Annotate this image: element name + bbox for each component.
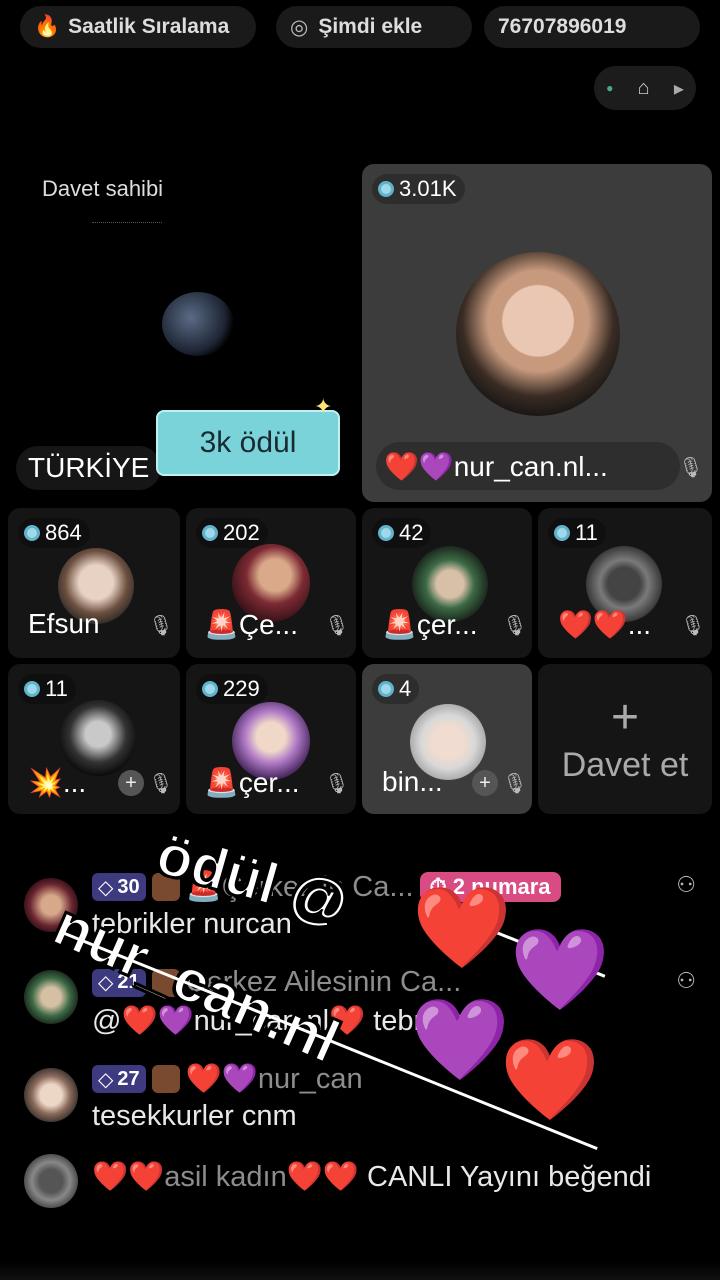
diamond-icon: ◇ xyxy=(98,876,114,899)
chat-text: CANLI Yayını beğendi xyxy=(367,1161,652,1193)
room-id-pill[interactable]: 76707896019 xyxy=(484,6,700,48)
target-icon: ◎ xyxy=(290,15,309,39)
featured-guest-tile[interactable]: 3.01K ❤️💜nur_can.nl... 🎙 xyxy=(362,164,712,502)
fan-badge xyxy=(151,1065,180,1093)
guest-name: 🚨çer... xyxy=(382,609,478,640)
host-avatar[interactable] xyxy=(162,292,234,356)
purple-heart-icon: 💜 xyxy=(510,925,610,1014)
guest-name: 🚨çer... xyxy=(204,767,300,798)
gem-icon xyxy=(202,681,218,697)
invite-label: Davet et xyxy=(561,745,689,784)
gift-count: 11 xyxy=(18,674,76,704)
host-country: TÜRKİYE xyxy=(16,446,162,490)
sparkle-icon: ✦ xyxy=(314,394,333,419)
mic-muted-icon: 🎙 xyxy=(148,772,174,795)
guest-name: 🚨Çe... xyxy=(204,609,298,640)
gem-icon xyxy=(554,525,570,541)
mic-muted-icon: 🎙 xyxy=(678,456,704,479)
chat-fade xyxy=(90,826,390,842)
gift-count: 42 xyxy=(372,518,432,548)
invite-button[interactable]: + Davet et xyxy=(538,664,712,814)
guest-avatar xyxy=(60,700,136,776)
chevron-right-icon[interactable]: ▸ xyxy=(674,76,684,101)
chat-username[interactable]: ❤️💜nur_can xyxy=(186,1062,363,1096)
host-signature xyxy=(92,208,162,223)
red-heart-icon: ❤️ xyxy=(500,1035,600,1124)
plus-icon: + xyxy=(610,690,640,744)
mic-muted-icon: 🎙 xyxy=(680,614,706,637)
guest-name: bin... xyxy=(382,766,443,797)
gem-icon xyxy=(378,525,394,541)
add-icon[interactable]: + xyxy=(472,770,498,796)
gem-icon xyxy=(24,681,40,697)
gift-count: 202 xyxy=(196,518,268,548)
mic-muted-icon: 🎙 xyxy=(324,772,350,795)
level-badge: ◇ 27 xyxy=(92,1065,146,1093)
gem-icon xyxy=(24,525,40,541)
follow-user-icon[interactable]: ⚇ xyxy=(676,872,696,898)
mic-muted-icon: 🎙 xyxy=(148,614,174,637)
guest-name: 💥... xyxy=(28,767,87,798)
featured-avatar[interactable] xyxy=(456,252,620,416)
guest-tile-1[interactable]: 864 Efsun 🎙 xyxy=(8,508,180,658)
dot-icon: ● xyxy=(606,81,614,95)
purple-heart-icon: 💜 xyxy=(410,995,510,1084)
follow-user-icon[interactable]: ⚇ xyxy=(676,968,696,994)
add-icon[interactable]: + xyxy=(118,770,144,796)
mic-muted-icon: 🎙 xyxy=(502,772,528,795)
guest-tile-2[interactable]: 202 🚨Çe... 🎙 xyxy=(186,508,356,658)
gift-count: 864 xyxy=(18,518,90,548)
gem-icon xyxy=(202,525,218,541)
diamond-icon: ◇ xyxy=(98,1068,114,1091)
level-badge: ◇ 30 xyxy=(92,873,146,901)
mic-muted-icon: 🎙 xyxy=(324,614,350,637)
gift-count: 4 xyxy=(372,674,420,704)
featured-name: ❤️💜nur_can.nl... xyxy=(384,451,608,482)
gift-count: 11 xyxy=(548,518,606,548)
guest-name: Efsun xyxy=(28,608,100,639)
hourly-ranking-button[interactable]: 🔥 Saatlik Sıralama xyxy=(20,6,256,48)
red-heart-icon: ❤️ xyxy=(412,883,512,972)
guest-tile-7[interactable]: 4 bin... + 🎙 xyxy=(362,664,532,814)
add-now-button[interactable]: ◎ Şimdi ekle xyxy=(276,6,472,48)
flame-icon: 🔥 xyxy=(34,15,61,38)
guest-tile-5[interactable]: 11 💥... + 🎙 xyxy=(8,664,180,814)
mic-muted-icon: 🎙 xyxy=(502,614,528,637)
gem-icon xyxy=(378,681,394,697)
chat-avatar[interactable] xyxy=(24,1068,78,1122)
guest-tile-6[interactable]: 229 🚨çer... 🎙 xyxy=(186,664,356,814)
guest-name: ❤️❤️... xyxy=(558,609,652,640)
chat-username[interactable]: ❤️❤️asil kadın❤️❤️ xyxy=(92,1161,359,1193)
gem-icon xyxy=(378,181,394,197)
featured-gift-count: 3.01K xyxy=(372,174,465,204)
chat-avatar[interactable] xyxy=(24,1154,78,1208)
chat-avatar[interactable] xyxy=(24,970,78,1024)
guest-tile-3[interactable]: 42 🚨çer... 🎙 xyxy=(362,508,532,658)
chat-message[interactable]: ❤️❤️asil kadın❤️❤️ CANLI Yayını beğendi xyxy=(24,1154,700,1244)
guest-tile-4[interactable]: 11 ❤️❤️... 🎙 xyxy=(538,508,712,658)
chat-text: tesekkurler cnm xyxy=(92,1100,297,1132)
nav-control[interactable]: ● ⌂ ▸ xyxy=(594,66,696,110)
host-label: Davet sahibi xyxy=(42,176,164,201)
gift-count: 229 xyxy=(196,674,268,704)
reward-badge[interactable]: 3k ödül xyxy=(156,410,340,476)
home-icon[interactable]: ⌂ xyxy=(638,77,650,100)
bottom-toolbar-edge xyxy=(0,1262,720,1280)
